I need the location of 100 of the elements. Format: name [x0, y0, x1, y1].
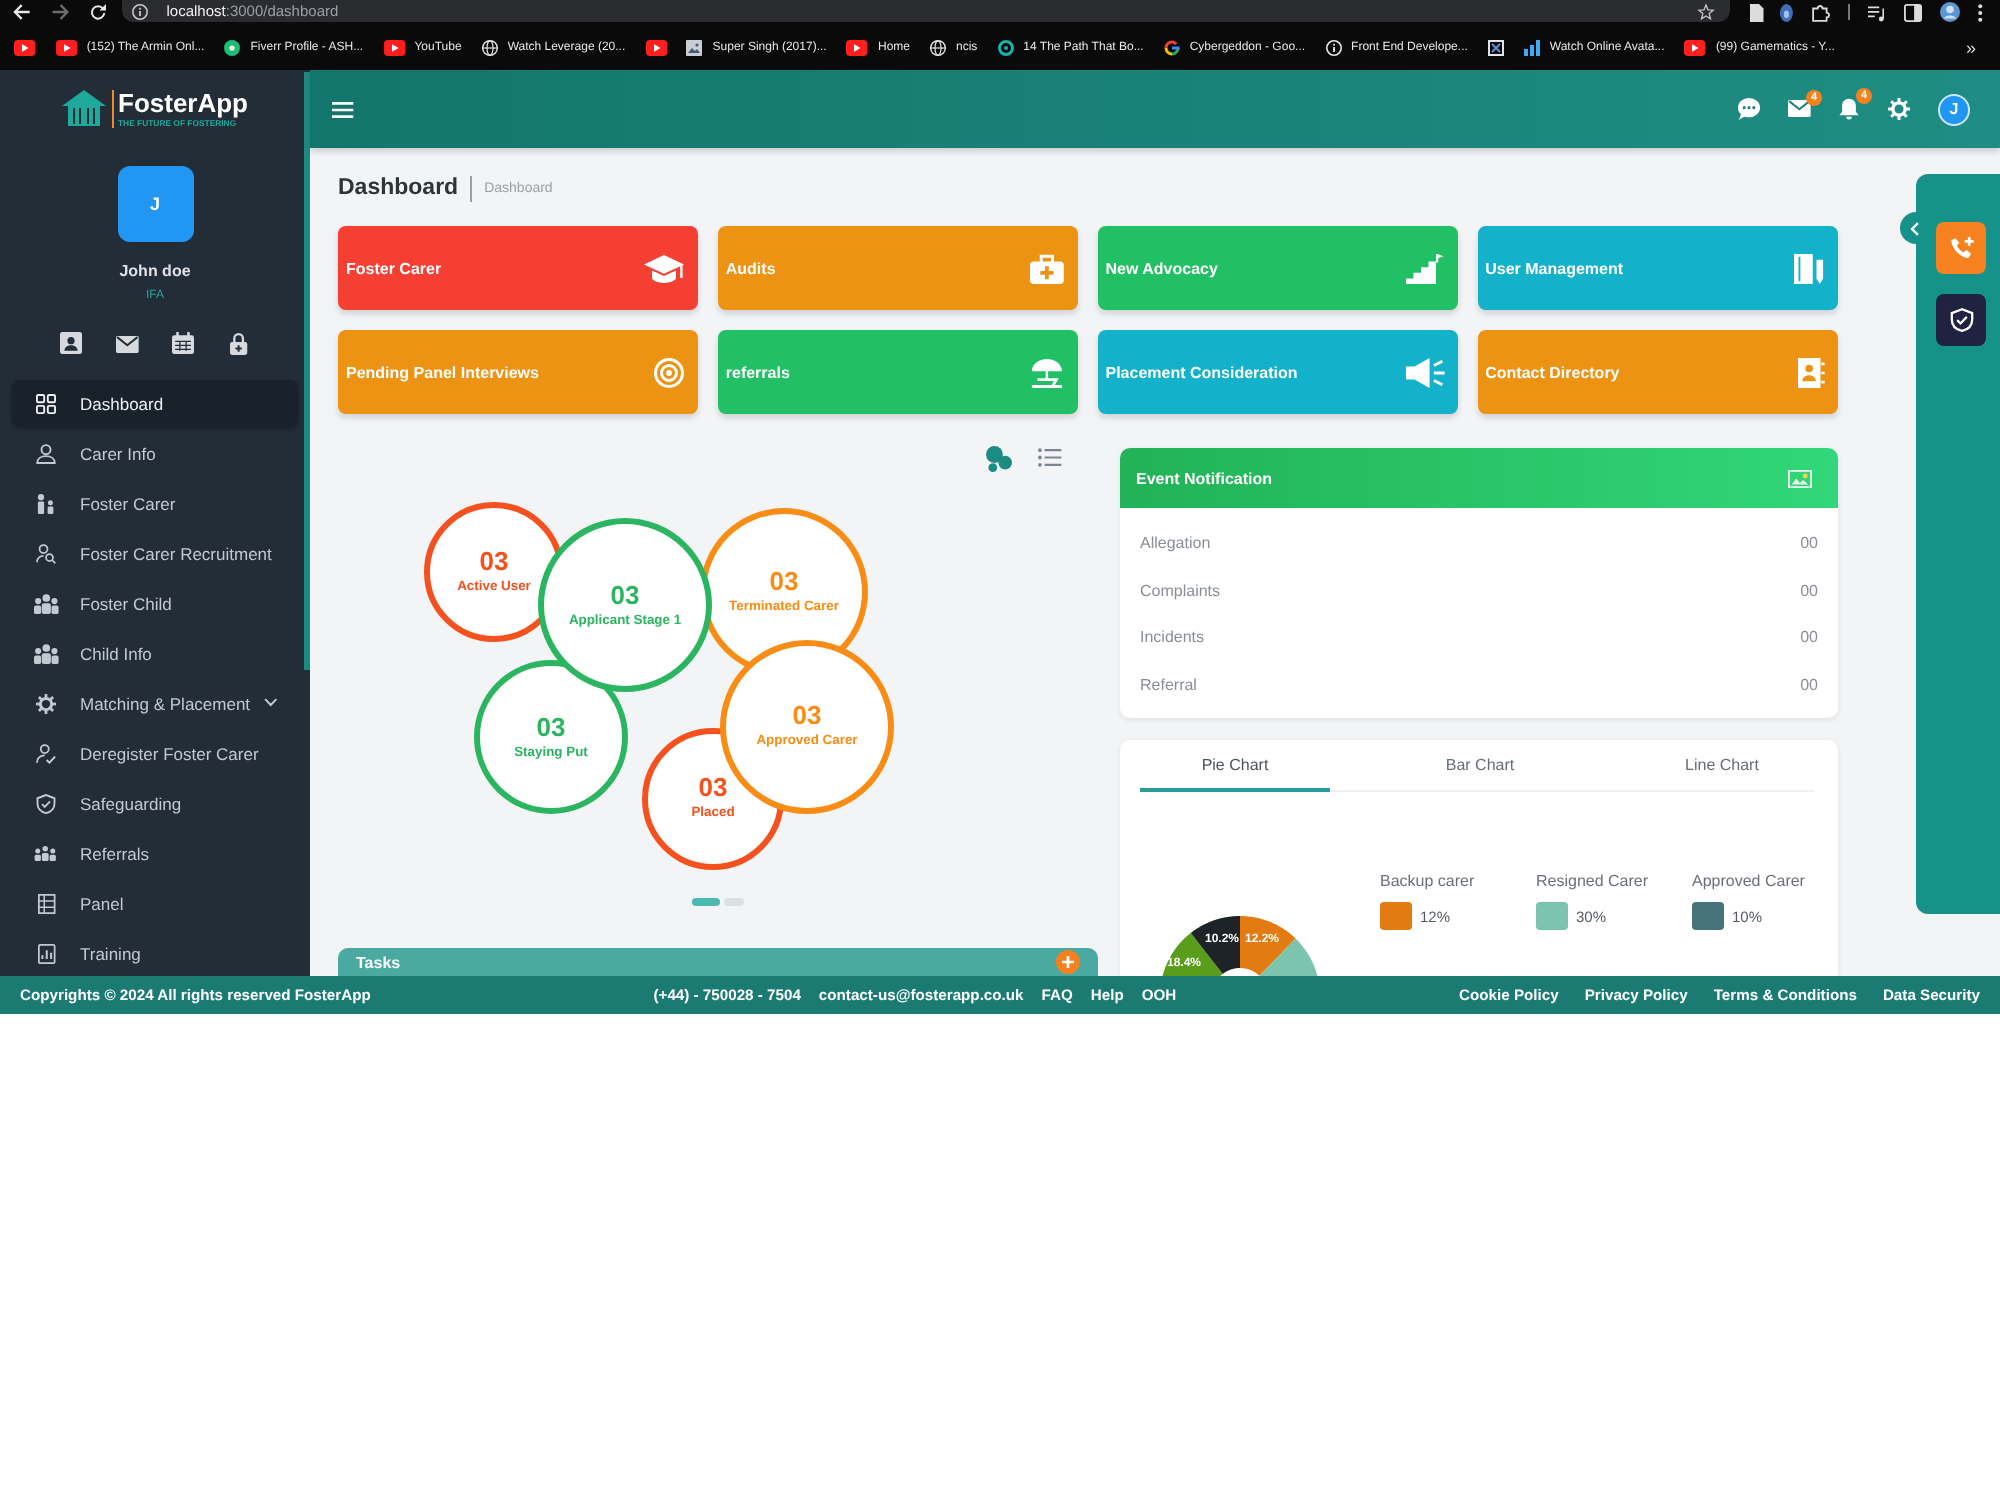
stairs-flag-icon — [1406, 253, 1445, 283]
event-label: Allegation — [1140, 534, 1211, 553]
chart-tab[interactable]: Line Chart — [1630, 740, 1814, 792]
contact-card-icon[interactable] — [60, 332, 82, 355]
event-label: Complaints — [1140, 581, 1221, 600]
segmented-ring-icon — [1163, 39, 1180, 55]
sidebar-item[interactable]: Training — [12, 930, 298, 976]
chat-icon[interactable] — [1737, 98, 1760, 120]
grid-icon — [36, 393, 56, 413]
dashboard-tile[interactable]: Foster Carer — [338, 226, 699, 310]
bell-icon[interactable] — [1838, 98, 1860, 120]
shield-check-icon — [1949, 308, 1973, 332]
play-icon — [55, 39, 77, 55]
chevron-left-icon — [1909, 221, 1919, 235]
info-icon — [1325, 39, 1342, 55]
add-call-button[interactable] — [1936, 222, 1986, 274]
circle-dot-icon — [224, 39, 241, 55]
lock-icon[interactable] — [230, 332, 248, 355]
sidebar-item[interactable]: Child Info — [12, 630, 298, 676]
sidebar-item[interactable]: Deregister Foster Carer — [12, 730, 298, 776]
table-icon — [37, 893, 55, 913]
play-icon — [1684, 39, 1706, 55]
mail-icon[interactable] — [1787, 100, 1810, 118]
event-count: 00 — [1800, 675, 1818, 694]
back-arrow-icon[interactable] — [12, 4, 31, 20]
shield-check-icon — [36, 793, 56, 813]
person-search-icon — [36, 543, 56, 563]
sidebar-item[interactable]: Foster Carer — [12, 480, 298, 526]
page-icon[interactable] — [1749, 3, 1763, 21]
first-aid-kit-icon — [1030, 253, 1065, 283]
sidebar-item[interactable]: Matching & Placement — [12, 680, 298, 726]
sidebar-item[interactable]: Carer Info — [12, 430, 298, 476]
reload-icon[interactable] — [90, 4, 107, 20]
event-count: 00 — [1800, 581, 1818, 600]
play-icon[interactable] — [14, 39, 36, 55]
person-icon — [36, 443, 56, 463]
bubbles-icon[interactable] — [986, 445, 1013, 471]
bubble-count: 03 — [536, 713, 566, 741]
forward-arrow-icon[interactable] — [52, 4, 71, 20]
menu-icon[interactable] — [332, 101, 354, 117]
settings-icon[interactable] — [1888, 98, 1910, 120]
ring-icon — [997, 39, 1014, 55]
user-avatar: J — [117, 166, 193, 242]
people-icon — [34, 845, 58, 861]
crossed-square-icon[interactable] — [1487, 39, 1504, 55]
bookmarks-overflow[interactable]: » — [1965, 37, 1976, 57]
picture-frame-icon — [1788, 469, 1812, 487]
globe-icon — [930, 39, 946, 55]
bubble-count: 03 — [479, 548, 509, 576]
contact-book-icon — [1797, 357, 1824, 387]
legend-label: Resigned Carer — [1536, 872, 1651, 890]
page-title: Dashboard — [338, 176, 459, 200]
notebook-pencil-icon — [1794, 253, 1824, 283]
bubble-count: 03 — [698, 774, 728, 802]
sidebar-item[interactable]: Foster Child — [12, 580, 298, 626]
side-panel-icon[interactable] — [1903, 3, 1922, 21]
play-icon — [846, 39, 868, 55]
event-title: Event Notification — [1136, 469, 1273, 487]
logo-name: FosterApp — [118, 89, 248, 117]
playlist-icon[interactable] — [1867, 3, 1886, 21]
more-options-icon[interactable] — [1977, 3, 1982, 21]
bubble-count: 03 — [610, 581, 640, 609]
chart-tab[interactable]: Bar Chart — [1330, 740, 1630, 792]
list-icon[interactable] — [1038, 448, 1062, 468]
megaphone-icon — [1405, 357, 1445, 387]
phone-plus-icon — [1949, 236, 1973, 260]
calendar-icon[interactable] — [172, 332, 194, 355]
sidebar-item[interactable]: Dashboard — [12, 380, 298, 426]
event-label: Incidents — [1140, 628, 1205, 647]
family-icon — [36, 493, 56, 513]
chart-tab[interactable]: Pie Chart — [1140, 740, 1330, 792]
profile-avatar-icon[interactable] — [1939, 2, 1960, 22]
person-check-icon — [36, 743, 56, 763]
gear-icon — [36, 693, 56, 713]
add-icon[interactable] — [1056, 950, 1080, 974]
house-icon — [62, 90, 106, 126]
scrollbar-thumb[interactable] — [304, 72, 310, 670]
shield-button[interactable] — [1936, 294, 1986, 346]
play-icon[interactable] — [645, 39, 667, 55]
oval-icon[interactable] — [1780, 3, 1794, 21]
puzzle-icon[interactable] — [1811, 3, 1830, 21]
group-icon — [33, 593, 59, 613]
mail-icon[interactable] — [115, 335, 139, 352]
legend-label: Approved Carer — [1692, 872, 1807, 890]
play-icon — [383, 39, 405, 55]
event-count: 00 — [1800, 534, 1818, 553]
globe-icon — [481, 39, 498, 55]
sidebar-item[interactable]: Foster Carer Recruitment — [12, 530, 298, 576]
bars-icon — [1523, 39, 1540, 55]
presentation-icon — [37, 943, 55, 963]
tasks-title: Tasks — [356, 953, 401, 971]
event-count: 00 — [1800, 628, 1818, 647]
image-icon — [686, 39, 703, 55]
sidebar-item[interactable]: Panel — [12, 880, 298, 926]
sidebar-item[interactable]: Referrals — [12, 830, 298, 876]
info-icon — [132, 3, 149, 19]
user-name: John doe — [119, 262, 191, 282]
sidebar-item[interactable]: Safeguarding — [12, 780, 298, 826]
bubble-count: 03 — [792, 702, 822, 730]
star-icon[interactable] — [1697, 3, 1714, 19]
